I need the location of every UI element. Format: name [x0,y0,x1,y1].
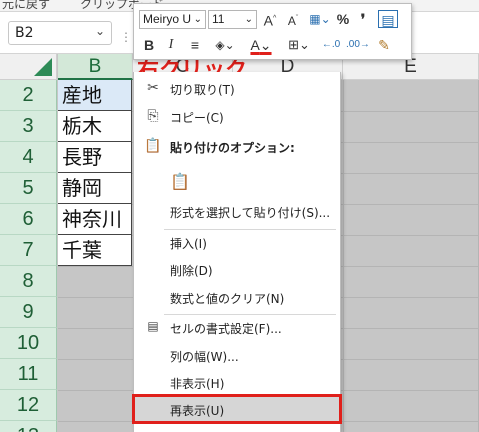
font-name-value: Meiryo U [143,12,192,26]
decrease-decimal-icon[interactable]: .00→ [346,36,370,54]
select-all-corner[interactable] [0,54,57,80]
increase-font-size-icon[interactable]: A^ [261,10,279,29]
format-as-table-icon[interactable]: ▤ [378,10,398,28]
menu-item-label: セルの書式設定(F)... [170,322,282,336]
row-header[interactable]: 2 [0,80,57,111]
menu-item-label: 形式を選択して貼り付け(S)... [170,206,331,220]
clipboard-icon: 📋 [144,138,162,154]
paste-option-button[interactable]: 📋 [170,172,192,194]
row-header[interactable]: 7 [0,235,57,266]
menu-item-clear-contents[interactable]: 数式と値のクリア(N) [134,284,340,312]
percent-style-button[interactable]: % [334,10,352,28]
menu-item-label: 列の幅(W)... [170,350,239,364]
undo-label[interactable]: 元に戻す [2,0,50,11]
menu-item-copy[interactable]: ⎘ コピー(C) [134,103,340,131]
menu-item-paste-options: 📋 貼り付けのオプション: [134,133,340,161]
menu-item-label: 貼り付けのオプション: [170,141,295,155]
cell-b3[interactable]: 栃木 [58,111,132,142]
menu-item-insert[interactable]: 挿入(I) [134,229,340,257]
scissors-icon: ✂ [147,80,159,96]
select-all-triangle-icon [34,58,52,76]
cell-b4[interactable]: 長野 [58,142,132,173]
menu-item-hide[interactable]: 非表示(H) [134,369,340,397]
align-center-icon[interactable]: ≡ [186,36,204,54]
row-header[interactable]: 4 [0,142,57,173]
row-header[interactable]: 10 [0,328,57,359]
mini-toolbar: Meiryo U ⌄ 11 ⌄ A^ Aˇ ▦⌄ % ❜ ▤ B I ≡ ◈⌄ … [133,3,412,60]
comma-style-button[interactable]: ❜ [356,10,370,28]
name-box-value: B2 [15,25,34,41]
highlight-box [132,394,342,424]
name-box[interactable]: B2 ⌄ [8,21,112,45]
increase-decimal-icon[interactable]: ←.0 [320,36,342,54]
row-header[interactable]: 11 [0,359,57,390]
paste-icon: 📋 [170,172,190,191]
row-header[interactable]: 13 [0,421,57,432]
font-color-button[interactable]: A⌄ [246,36,276,54]
gridline [343,80,344,432]
chevron-down-icon: ⌄ [193,14,202,25]
cell-b6[interactable]: 神奈川 [58,204,132,235]
format-painter-icon[interactable]: ✎ [374,36,394,54]
font-color-label: A [250,37,260,53]
copy-icon: ⎘ [147,108,159,124]
more-dots-icon: ⋮ [120,30,134,44]
menu-item-delete[interactable]: 削除(D) [134,256,340,284]
menu-item-format-cells[interactable]: ▤ セルの書式設定(F)... [134,314,340,342]
row-header[interactable]: 12 [0,390,57,421]
cell-b7[interactable]: 千葉 [58,235,132,266]
format-cells-icon: ▤ [147,319,159,333]
row-header[interactable]: 5 [0,173,57,204]
italic-button[interactable]: I [164,36,178,54]
menu-item-column-width[interactable]: 列の幅(W)... [134,342,340,370]
row-header[interactable]: 9 [0,297,57,328]
font-name-select[interactable]: Meiryo U ⌄ [139,10,206,29]
chevron-down-icon[interactable]: ⌄ [95,24,105,38]
menu-item-cut[interactable]: ✂ 切り取り(T) [134,75,340,103]
borders-icon[interactable]: ⊞⌄ [284,36,314,54]
menu-item-label: 数式と値のクリア(N) [170,292,285,306]
bold-button[interactable]: B [142,36,156,54]
font-size-value: 11 [212,12,225,26]
row-header[interactable]: 8 [0,266,57,297]
column-header-b[interactable]: B [58,54,133,80]
font-size-select[interactable]: 11 ⌄ [208,10,257,29]
menu-item-label: 挿入(I) [170,237,207,251]
row-header[interactable]: 3 [0,111,57,142]
chevron-down-icon: ⌄ [244,14,253,25]
menu-item-label: 削除(D) [170,264,213,278]
menu-item-paste-special[interactable]: 形式を選択して貼り付け(S)... [134,198,340,226]
decrease-font-size-icon[interactable]: Aˇ [284,10,302,28]
menu-item-label: コピー(C) [170,111,224,125]
number-format-icon[interactable]: ▦⌄ [308,10,332,28]
cell-b2[interactable]: 産地 [58,80,132,111]
menu-item-label: 切り取り(T) [170,83,235,97]
menu-item-label: 非表示(H) [170,377,225,391]
fill-color-icon[interactable]: ◈⌄ [210,36,240,54]
cell-b5[interactable]: 静岡 [58,173,132,204]
context-menu: ✂ 切り取り(T) ⎘ コピー(C) 📋 貼り付けのオプション: 📋 形式を選択… [133,72,341,432]
row-header[interactable]: 6 [0,204,57,235]
